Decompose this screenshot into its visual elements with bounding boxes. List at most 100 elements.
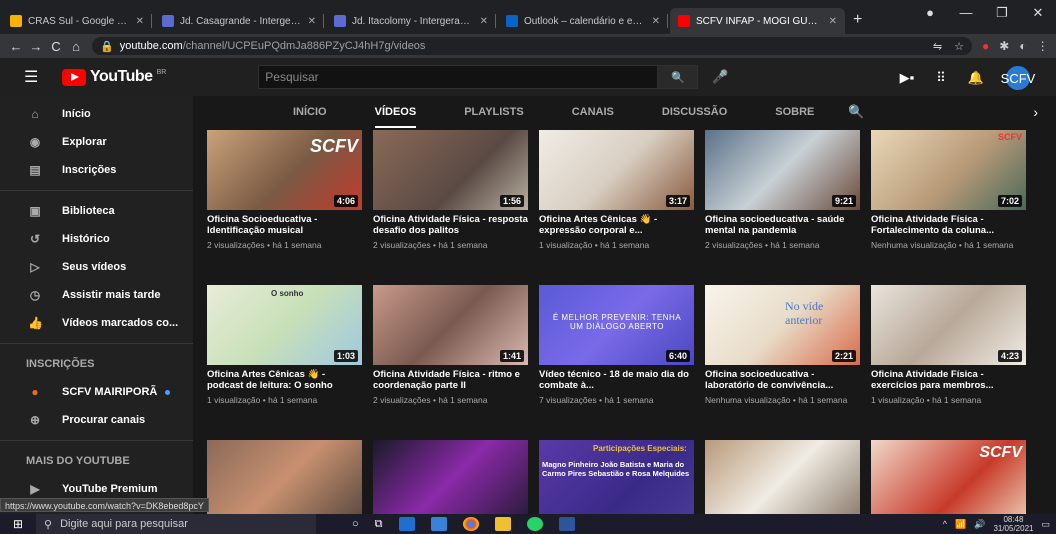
search-input[interactable]: Pesquisar (259, 70, 657, 84)
maximize-button[interactable]: ❐ (984, 0, 1020, 26)
translate-icon[interactable]: ⇋ (933, 40, 942, 53)
video-title[interactable]: Oficina Atividade Física - Fortaleciment… (871, 214, 1026, 236)
browser-tab[interactable]: Jd. Itacolomy - Intergeracional ✕ (326, 8, 496, 34)
close-window-button[interactable]: ✕ (1020, 0, 1056, 26)
new-tab-button[interactable]: + (853, 11, 862, 29)
video-title[interactable]: Oficina socioeducativa - saúde mental na… (705, 214, 860, 236)
channel-tab[interactable]: DISCUSSÃO (662, 96, 727, 128)
tab-close-icon[interactable]: ✕ (480, 16, 488, 27)
video-card[interactable] (705, 440, 860, 520)
taskbar-search[interactable]: ⚲ Digite aqui para pesquisar (36, 514, 316, 534)
address-bar[interactable]: 🔒 youtube.com/channel/UCPEuPQdmJa886PZyC… (92, 37, 972, 55)
task-view-icon[interactable]: ⧉ (375, 518, 383, 531)
video-card[interactable]: 7:02 SCFV Oficina Atividade Física - Forta… (871, 130, 1026, 250)
sidebar-item[interactable]: ↺ Histórico (0, 225, 193, 253)
mail-app-icon[interactable] (398, 517, 415, 531)
tab-close-icon[interactable]: ✕ (136, 16, 144, 27)
tabs-next-chevron-icon[interactable]: › (1033, 104, 1038, 120)
extensions-puzzle-icon[interactable]: ✱ (999, 39, 1009, 53)
forward-button[interactable]: → (26, 39, 46, 54)
video-thumbnail[interactable]: 1:41 (373, 285, 528, 365)
sidebar-item[interactable]: ⌂ Início (0, 100, 193, 128)
video-card[interactable]: 3:17 Oficina Artes Cênicas 👋 - expressão … (539, 130, 694, 250)
sidebar-item[interactable]: ⊕ Procurar canais (0, 406, 193, 434)
minimize-button[interactable]: — (948, 0, 984, 26)
word-app-icon[interactable] (558, 517, 575, 531)
youtube-logo[interactable]: YouTube BR (62, 68, 166, 86)
video-thumbnail[interactable]: 9:21 (705, 130, 860, 210)
profile-avatar-icon[interactable]: ◐ (1019, 39, 1026, 53)
video-card[interactable]: SCFV (871, 440, 1026, 520)
video-card[interactable]: 4:23 Oficina Atividade Física - exercício… (871, 285, 1026, 405)
video-thumbnail[interactable]: 1:56 (373, 130, 528, 210)
browser-tab[interactable]: SCFV INFAP - MOGI GUAÇU ✕ (670, 8, 845, 34)
notifications-bell-icon[interactable]: 🔔 (968, 70, 984, 86)
channel-tab[interactable]: PLAYLISTS (464, 96, 524, 128)
clock[interactable]: 08:48 31/05/2021 (993, 515, 1033, 533)
video-thumbnail[interactable] (705, 440, 860, 520)
channel-search-icon[interactable]: 🔍 (848, 104, 864, 120)
channel-tab[interactable]: CANAIS (572, 96, 614, 128)
video-title[interactable]: Oficina Socioeducativa - Identificação m… (207, 214, 362, 236)
video-thumbnail[interactable] (207, 440, 362, 520)
video-card[interactable]: 2:21 No víde anterior Oficina socioeducati… (705, 285, 860, 405)
video-thumbnail[interactable]: Participações Especiais: Magno Pinheiro J… (539, 440, 694, 520)
chrome-app-icon[interactable] (462, 517, 479, 531)
browser-menu-icon[interactable]: ⋮ (1037, 39, 1049, 53)
channel-tab[interactable]: INÍCIO (293, 96, 327, 128)
apps-grid-icon[interactable]: ⠿ (936, 70, 946, 86)
sidebar-item[interactable]: ◉ Explorar (0, 128, 193, 156)
video-thumbnail[interactable]: 7:02 SCFV (871, 130, 1026, 210)
sidebar-item[interactable]: ▣ Biblioteca (0, 197, 193, 225)
channel-tab[interactable]: SOBRE (775, 96, 814, 128)
video-thumbnail[interactable]: 4:06 SCFV (207, 130, 362, 210)
video-thumbnail[interactable]: 1:03 O sonho (207, 285, 362, 365)
sidebar-item[interactable]: 👍 Vídeos marcados co... (0, 309, 193, 337)
whatsapp-icon[interactable] (526, 517, 543, 531)
video-title[interactable]: Oficina Atividade Física - resposta desa… (373, 214, 528, 236)
search-button[interactable]: 🔍 (657, 66, 698, 88)
file-explorer-icon[interactable] (494, 517, 511, 531)
bookmark-star-icon[interactable]: ☆ (954, 40, 964, 53)
video-thumbnail[interactable]: 4:23 (871, 285, 1026, 365)
tab-close-icon[interactable]: ✕ (829, 16, 837, 27)
video-card[interactable]: Participações Especiais: Magno Pinheiro J… (539, 440, 694, 520)
account-avatar[interactable]: SCFV (1001, 66, 1035, 90)
tray-chevron-icon[interactable]: ^ (943, 519, 947, 529)
store-app-icon[interactable] (430, 517, 447, 531)
sidebar-item[interactable]: ▷ Seus vídeos (0, 253, 193, 281)
video-card[interactable] (373, 440, 528, 520)
network-icon[interactable]: 📶 (955, 519, 966, 530)
windows-start-icon[interactable]: ⊞ (0, 517, 36, 531)
home-button[interactable]: ⌂ (66, 39, 86, 54)
video-title[interactable]: Oficina Artes Cênicas 👋 - expressão corp… (539, 214, 694, 236)
channel-tab[interactable]: VÍDEOS (374, 96, 416, 128)
sidebar-item[interactable]: ▤ Inscrições (0, 156, 193, 184)
sidebar-item[interactable]: ● SCFV MAIRIPORÃ (0, 378, 193, 406)
sidebar-item[interactable]: ◷ Assistir mais tarde (0, 281, 193, 309)
cortana-icon[interactable]: ○ (352, 518, 359, 530)
microphone-icon[interactable]: 🎤 (712, 69, 728, 85)
video-thumbnail[interactable]: 3:17 (539, 130, 694, 210)
browser-tab[interactable]: Jd. Casagrande - Intergeraciona ✕ (154, 8, 324, 34)
video-title[interactable]: Oficina Artes Cênicas 👋 - podcast de lei… (207, 369, 362, 391)
back-button[interactable]: ← (6, 39, 26, 54)
video-title[interactable]: Vídeo técnico - 18 de maio dia do combat… (539, 369, 694, 391)
volume-icon[interactable]: 🔊 (974, 519, 985, 530)
browser-tab[interactable]: Outlook – calendário e email ✕ (498, 8, 668, 34)
tab-close-icon[interactable]: ✕ (308, 16, 316, 27)
notifications-icon[interactable]: ▭ (1041, 519, 1050, 530)
create-video-icon[interactable]: ▶▪ (900, 70, 915, 86)
video-card[interactable]: 1:03 O sonho Oficina Artes Cênicas 👋 - pod… (207, 285, 362, 405)
video-thumbnail[interactable] (373, 440, 528, 520)
video-card[interactable]: 1:56 Oficina Atividade Física - resposta … (373, 130, 528, 250)
tab-close-icon[interactable]: ✕ (652, 16, 660, 27)
video-card[interactable]: 4:06 SCFV Oficina Socioeducativa - Identif… (207, 130, 362, 250)
video-thumbnail[interactable]: 6:40 É MELHOR PREVENIR: TENHA UM DIÁLOGO … (539, 285, 694, 365)
video-card[interactable]: 1:41 Oficina Atividade Física - ritmo e c… (373, 285, 528, 405)
profile-icon[interactable]: ● (912, 0, 948, 26)
video-title[interactable]: Oficina socioeducativa - laboratório de … (705, 369, 860, 391)
extension-red-icon[interactable]: ● (982, 39, 989, 53)
browser-tab[interactable]: CRAS Sul - Google Drive ✕ (2, 8, 152, 34)
menu-hamburger-icon[interactable]: ☰ (24, 67, 44, 87)
